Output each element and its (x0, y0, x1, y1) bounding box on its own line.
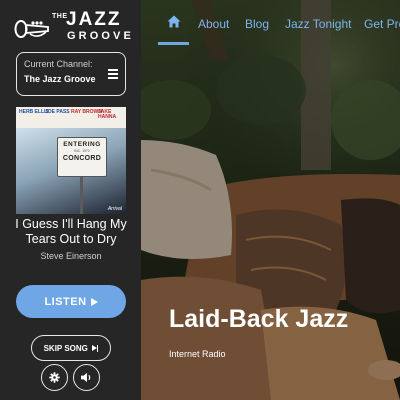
album-art: HERB ELLIS JOE PASS RAY BROWN JAKE HANNA… (16, 107, 126, 214)
skip-forward-icon (91, 344, 99, 352)
hero-subtitle: Internet Radio (169, 349, 226, 359)
hero-section: About Blog Jazz Tonight Get Pre Laid-Bac… (141, 0, 400, 400)
nav-get-premium[interactable]: Get Pre (364, 17, 400, 31)
skip-label: SKIP SONG (43, 343, 88, 353)
play-icon (90, 297, 98, 306)
sign-post (80, 177, 83, 214)
nav-about[interactable]: About (198, 17, 229, 31)
hero-title: Laid-Back Jazz (169, 305, 349, 333)
hero-background-photo (141, 0, 400, 400)
trumpet-logo-icon (14, 20, 49, 38)
skip-song-button[interactable]: SKIP SONG (31, 335, 111, 361)
album-artist-band: HERB ELLIS JOE PASS RAY BROWN JAKE HANNA (16, 107, 126, 128)
track-artist: Steve Einerson (40, 251, 102, 261)
home-active-underline (158, 42, 189, 45)
site-logo[interactable]: THE JAZZ GROOVE (14, 9, 131, 44)
album-name-2: JOE PASS (45, 109, 70, 115)
listen-label: LISTEN (44, 295, 87, 308)
track-title: I Guess I'll Hang My Tears Out to Dry (15, 217, 127, 246)
sign-mid-text: INC. 1972 (74, 149, 90, 153)
home-icon[interactable] (167, 15, 181, 28)
settings-button[interactable] (41, 364, 68, 391)
nav-blog[interactable]: Blog (245, 17, 269, 31)
sign-town-text: CONCORD (62, 155, 102, 162)
logo-groove: GROOVE (67, 30, 134, 42)
sign-top-text: ENTERING (63, 141, 101, 148)
volume-button[interactable] (73, 364, 100, 391)
listen-button[interactable]: LISTEN (16, 285, 126, 318)
logo-jazz: JAZZ (66, 9, 122, 30)
sidebar: THE JAZZ GROOVE Current Channel: The Jaz… (0, 0, 141, 400)
gear-icon (49, 372, 60, 383)
hamburger-menu-icon[interactable] (108, 69, 118, 81)
channel-selector[interactable]: Current Channel: The Jazz Groove (16, 52, 126, 96)
album-label: Arrival (107, 206, 122, 212)
volume-icon (81, 372, 91, 383)
album-road-sign: ENTERING INC. 1972 CONCORD (57, 137, 107, 177)
nav-jazz-tonight[interactable]: Jazz Tonight (285, 17, 352, 31)
album-name-4: JAKE HANNA (98, 109, 117, 120)
top-nav: About Blog Jazz Tonight Get Pre (141, 0, 400, 48)
